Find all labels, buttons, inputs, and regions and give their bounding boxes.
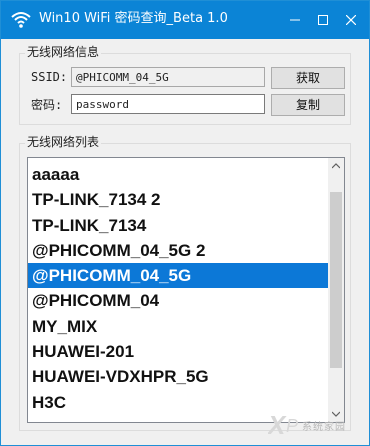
list-item[interactable]: MY_MIX bbox=[28, 314, 328, 339]
password-field[interactable]: password bbox=[71, 94, 265, 114]
maximize-icon bbox=[318, 15, 328, 25]
list-item[interactable]: @PHICOMM_04_5G 2 bbox=[28, 238, 328, 263]
wifi-listbox[interactable]: aaaaa TP-LINK_7134 2 TP-LINK_7134 @PHICO… bbox=[27, 157, 345, 423]
list-item[interactable]: HUAWEI-VDXHPR_5G bbox=[28, 364, 328, 389]
minimize-button[interactable] bbox=[281, 1, 309, 39]
list-item[interactable]: @PHICOMM_04 bbox=[28, 288, 328, 313]
scroll-up-button[interactable] bbox=[328, 158, 344, 174]
wifi-list: aaaaa TP-LINK_7134 2 TP-LINK_7134 @PHICO… bbox=[28, 162, 328, 415]
close-icon bbox=[346, 15, 356, 25]
list-item-selected[interactable]: @PHICOMM_04_5G bbox=[28, 263, 328, 289]
wifi-info-legend: 无线网络信息 bbox=[25, 45, 102, 59]
svg-text:P: P bbox=[286, 416, 298, 436]
wifi-list-legend: 无线网络列表 bbox=[25, 135, 102, 149]
close-button[interactable] bbox=[337, 1, 365, 39]
list-item[interactable]: TP-LINK_7134 bbox=[28, 213, 328, 238]
wifi-app-icon bbox=[11, 12, 31, 28]
watermark-text: 系统家园 bbox=[302, 422, 346, 433]
maximize-button[interactable] bbox=[309, 1, 337, 39]
vertical-scrollbar[interactable] bbox=[328, 158, 344, 422]
ssid-label: SSID: bbox=[31, 70, 68, 84]
app-window: Win10 WiFi 密码查询_Beta 1.0 无线网络信息 SSID: @P… bbox=[0, 0, 370, 446]
get-button[interactable]: 获取 bbox=[271, 67, 345, 89]
list-item[interactable]: TP-LINK_7134 2 bbox=[28, 187, 328, 212]
window-title: Win10 WiFi 密码查询_Beta 1.0 bbox=[39, 11, 228, 26]
ssid-field[interactable]: @PHICOMM_04_5G bbox=[71, 67, 265, 87]
list-item[interactable]: aaaaa bbox=[28, 162, 328, 187]
scrollbar-thumb[interactable] bbox=[330, 192, 342, 368]
minimize-icon bbox=[290, 19, 300, 21]
svg-text:X: X bbox=[268, 410, 287, 440]
title-bar[interactable]: Win10 WiFi 密码查询_Beta 1.0 bbox=[1, 1, 369, 39]
copy-button[interactable]: 复制 bbox=[271, 94, 345, 116]
list-item[interactable]: HUAWEI-201 bbox=[28, 339, 328, 364]
password-label: 密码: bbox=[31, 98, 63, 112]
chevron-up-icon bbox=[332, 163, 340, 169]
